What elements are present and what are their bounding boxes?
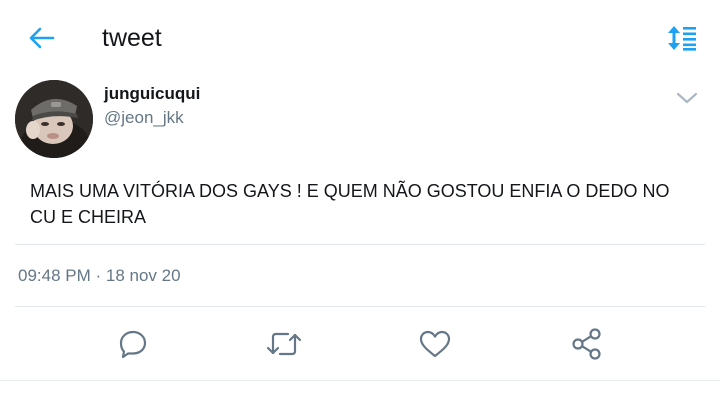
- reply-button[interactable]: [111, 324, 155, 364]
- divider: [15, 244, 705, 245]
- divider: [0, 380, 720, 381]
- display-name[interactable]: junguicuqui: [104, 84, 200, 104]
- back-button[interactable]: [22, 18, 62, 58]
- user-handle[interactable]: @jeon_jkk: [104, 108, 184, 128]
- page-title: tweet: [102, 24, 162, 52]
- tweet-timestamp[interactable]: 09:48 PM · 18 nov 20: [18, 266, 181, 286]
- chevron-down-icon: [676, 92, 698, 104]
- action-bar: [0, 318, 720, 370]
- tweet-menu-button[interactable]: [670, 84, 704, 112]
- top-bar: tweet: [0, 0, 720, 78]
- divider: [15, 306, 705, 307]
- sort-button[interactable]: [660, 20, 704, 56]
- retweet-icon: [266, 332, 302, 356]
- sort-icon: [668, 26, 696, 51]
- tweet-text: MAIS UMA VITÓRIA DOS GAYS ! E QUEM NÃO G…: [30, 181, 670, 227]
- like-icon: [419, 330, 451, 358]
- share-icon: [572, 328, 601, 360]
- share-button[interactable]: [565, 324, 609, 364]
- reply-icon: [119, 330, 147, 359]
- avatar[interactable]: [15, 80, 93, 158]
- retweet-button[interactable]: [262, 324, 306, 364]
- like-button[interactable]: [413, 324, 457, 364]
- arrow-left-icon: [29, 27, 55, 49]
